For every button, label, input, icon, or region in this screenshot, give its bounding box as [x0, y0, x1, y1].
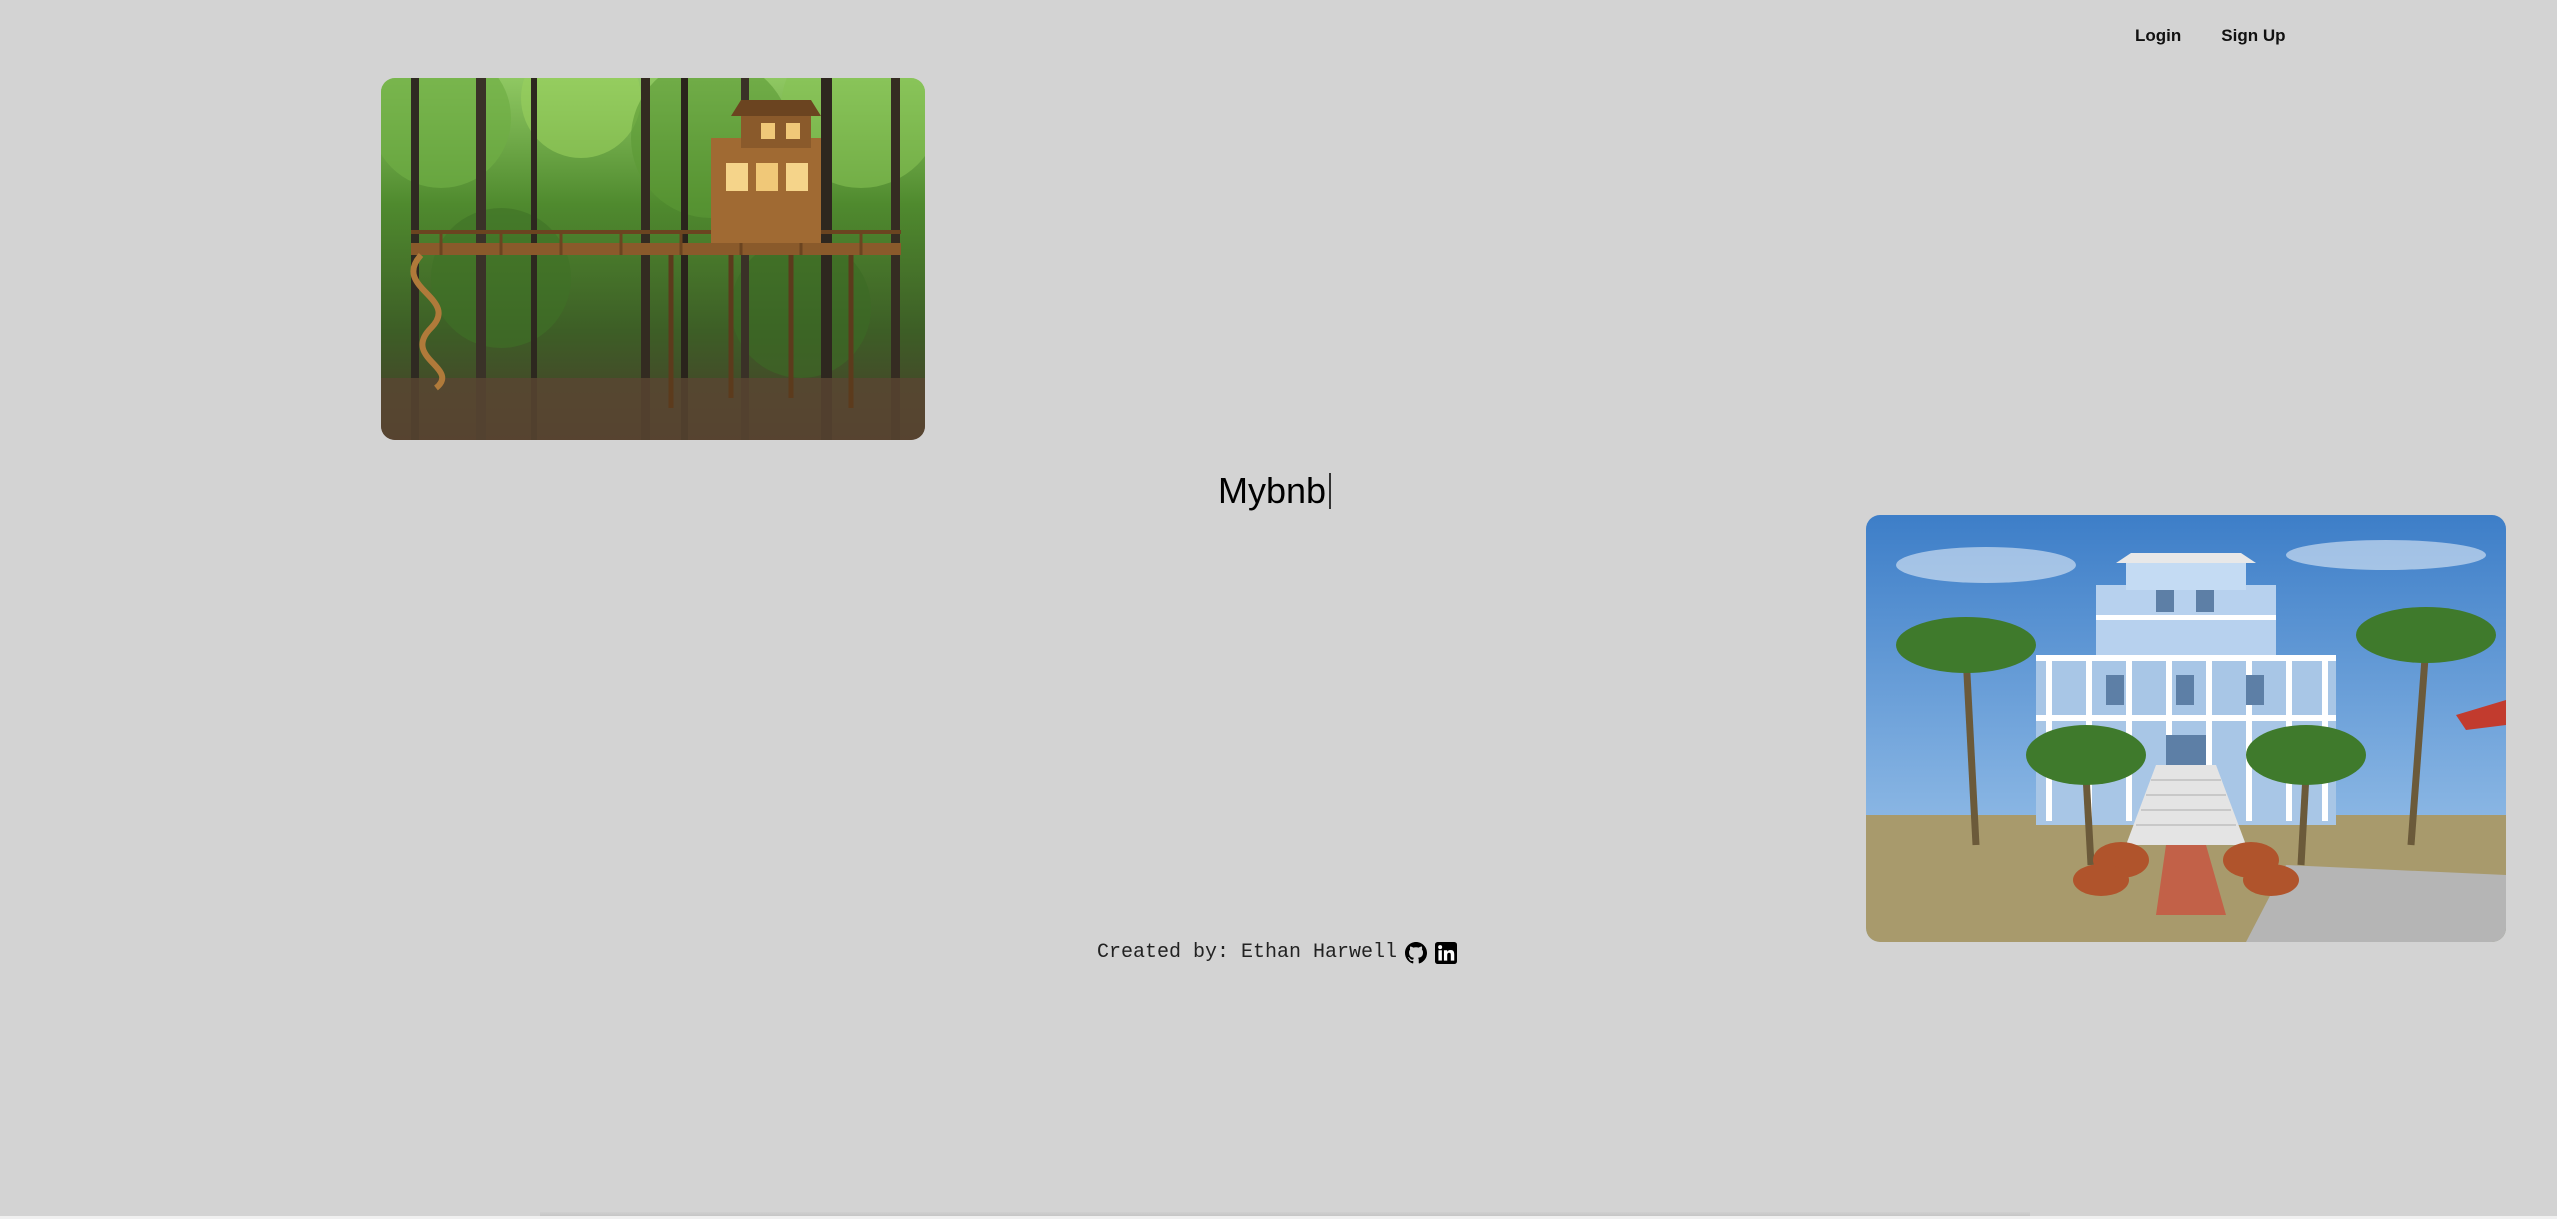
github-icon[interactable]	[1405, 941, 1428, 964]
linkedin-icon[interactable]	[1435, 941, 1458, 964]
landing-page: Login Sign Up Mybnb Created by: Ethan Ha…	[0, 0, 2557, 1219]
credit-text: Created by: Ethan Harwell	[1097, 941, 1398, 964]
top-nav: Login Sign Up	[2135, 26, 2285, 46]
beach-house-image	[1866, 515, 2506, 942]
page-title: Mybnb	[1218, 470, 1332, 512]
signup-link[interactable]: Sign Up	[2221, 26, 2285, 46]
text-caret	[1329, 473, 1332, 509]
treehouse-image	[381, 78, 925, 440]
footer-credit: Created by: Ethan Harwell	[1097, 941, 1458, 964]
login-link[interactable]: Login	[2135, 26, 2181, 46]
title-text: Mybnb	[1218, 470, 1327, 511]
